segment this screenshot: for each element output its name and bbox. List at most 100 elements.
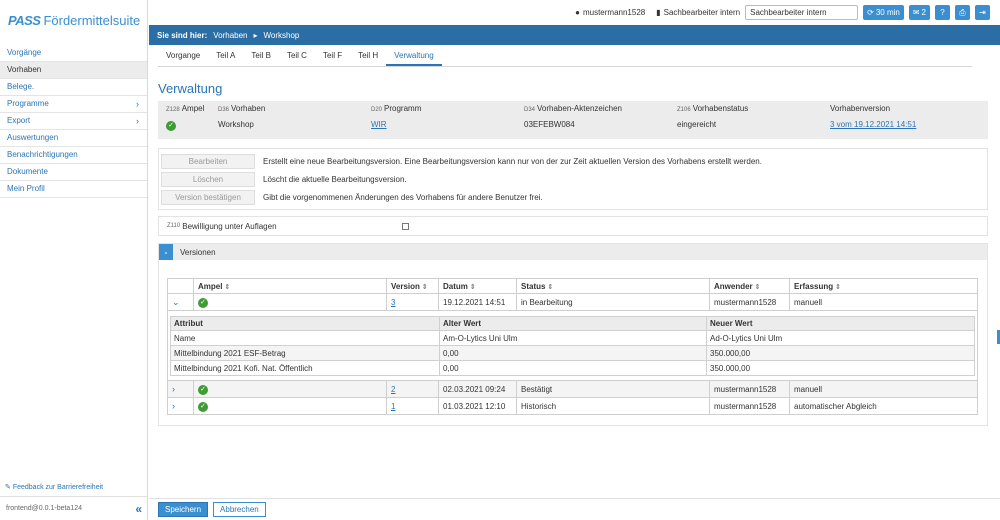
refresh-icon: ⟳	[867, 8, 874, 17]
sidebar-item-vorhaben[interactable]: Vorhaben	[0, 62, 147, 79]
table-cell: 350.000,00	[706, 345, 975, 361]
header-status[interactable]: Status ⇕	[516, 278, 710, 294]
table-cell: Am-O-Lytics Uni Ulm	[439, 330, 707, 346]
table-row: ⌄ ✓ 3 19.12.2021 14:51 in Bearbeitung mu…	[167, 293, 978, 311]
aktenzeichen-label: D34 Vorhaben-Aktenzeichen	[524, 104, 677, 113]
table-cell: 0,00	[439, 360, 707, 376]
datum-cell: 01.03.2021 12:10	[438, 397, 517, 415]
table-cell: 0,00	[439, 345, 707, 361]
version-link[interactable]: 3	[391, 298, 395, 307]
breadcrumb: Sie sind hier: Vorhaben ▸ Workshop	[149, 25, 1000, 45]
breadcrumb-item[interactable]: Vorhaben	[213, 31, 247, 40]
header-anwender[interactable]: Anwender ⇕	[709, 278, 790, 294]
sidebar-item-benachrichtigungen[interactable]: Benachrichtigungen	[0, 147, 147, 164]
breadcrumb-item[interactable]: Workshop	[264, 31, 300, 40]
session-timer-label: 30 min	[875, 8, 900, 17]
vorhabenversion-link[interactable]: 3 vom 19.12.2021 14:51	[830, 120, 916, 129]
collapse-sidebar-icon[interactable]: «	[135, 502, 142, 516]
session-timer-button[interactable]: ⟳ 30 min	[863, 5, 904, 20]
header-erfassung[interactable]: Erfassung ⇕	[789, 278, 978, 294]
tab-teil-b[interactable]: Teil B	[243, 46, 279, 66]
datum-cell: 19.12.2021 14:51	[438, 293, 517, 311]
table-row: Mittelbindung 2021 Kofi. Nat. Öffentlich…	[170, 360, 975, 376]
main-content: Verwaltung Z128 Ampel ✓ D36 Vorhaben Works…	[158, 67, 988, 426]
approval-checkbox[interactable]	[401, 222, 409, 230]
table-row: › ✓ 2 02.03.2021 09:24 Bestätigt musterm…	[167, 380, 978, 398]
header-label: Erfassung	[794, 281, 834, 291]
approval-label: Bewilligung unter Auflagen	[182, 221, 277, 231]
loeschen-button[interactable]: Löschen	[161, 171, 255, 187]
print-button[interactable]: ⎙	[955, 5, 970, 20]
table-row: Name Am-O-Lytics Uni Ulm Ad-O-Lytics Uni…	[170, 330, 975, 346]
role-label: Sachbearbeiter intern	[663, 8, 741, 17]
sort-icon: ⇕	[835, 283, 841, 291]
check-circle-icon: ✓	[198, 401, 208, 412]
header-ampel[interactable]: Ampel ⇕	[193, 278, 387, 294]
tab-vorgange[interactable]: Vorgange	[158, 46, 208, 66]
sort-icon: ⇕	[754, 283, 761, 291]
sidebar-item-dokumente[interactable]: Dokumente	[0, 164, 147, 181]
sort-icon: ⇕	[469, 283, 476, 291]
programm-link[interactable]: WIR	[371, 120, 387, 129]
mail-icon: ✉	[912, 8, 920, 17]
version-bestaetigen-button[interactable]: Version bestätigen	[161, 189, 255, 205]
messages-count: 2	[921, 8, 926, 17]
app-logo[interactable]: PASS Fördermittelsuite	[0, 0, 147, 40]
sidebar-item-auswertungen[interactable]: Auswertungen	[0, 130, 147, 147]
sidebar-item-vorgaenge[interactable]: Vorgänge	[0, 45, 147, 62]
role-select[interactable]: Sachbearbeiter intern	[745, 5, 859, 20]
tab-teil-a[interactable]: Teil A	[208, 46, 243, 66]
field-code: Z110	[167, 223, 181, 229]
chevron-down-icon[interactable]: ⌄	[172, 297, 180, 307]
collapse-versions-button[interactable]: -	[159, 244, 173, 260]
sidebar-item-export[interactable]: Export ›	[0, 113, 147, 130]
header-alter-wert: Alter Wert	[439, 316, 707, 331]
action-description: Löscht die aktuelle Bearbeitungsversion.	[263, 174, 407, 184]
version-link[interactable]: 2	[391, 385, 395, 394]
field-code: D20	[371, 107, 383, 113]
role-select-value: Sachbearbeiter intern	[750, 8, 827, 17]
detail-row: Attribut Alter Wert Neuer Wert Name Am-O…	[167, 310, 978, 381]
version-bar: frontend@0.0.1-beta124 «	[0, 496, 148, 520]
breadcrumb-separator-icon: ▸	[253, 30, 258, 40]
version-link[interactable]: 1	[391, 402, 395, 411]
chevron-right-icon[interactable]: ›	[172, 401, 175, 411]
tab-teil-h[interactable]: Teil H	[350, 46, 386, 66]
vorhaben-label: D36 Vorhaben	[218, 104, 371, 113]
sidebar-item-label: Export	[7, 116, 31, 125]
feedback-link[interactable]: ✎ Feedback zur Barrierefreiheit	[5, 483, 103, 491]
header-label: Ampel	[198, 281, 223, 291]
action-panel: Bearbeiten Erstellt eine neue Bearbeitun…	[158, 148, 988, 210]
chevron-right-icon[interactable]: ›	[172, 384, 175, 394]
header-label: Version	[391, 281, 420, 291]
field-code: D34	[524, 107, 536, 113]
sidebar-item-label: Auswertungen	[7, 133, 59, 142]
app-version: frontend@0.0.1-beta124	[6, 505, 82, 512]
status-label: Z106 Vorhabenstatus	[677, 104, 830, 113]
messages-button[interactable]: ✉ 2	[908, 5, 930, 20]
erfassung-cell: manuell	[789, 293, 978, 311]
header-datum[interactable]: Datum ⇕	[438, 278, 517, 294]
table-cell: Mittelbindung 2021 Kofi. Nat. Öffentlich	[170, 360, 440, 376]
header-version[interactable]: Version ⇕	[386, 278, 439, 294]
action-description: Gibt die vorgenommenen Änderungen des Vo…	[263, 192, 543, 202]
header-neuer-wert: Neuer Wert	[706, 316, 975, 331]
help-button[interactable]: ?	[935, 5, 950, 20]
field-label: Programm	[384, 104, 422, 113]
top-bar: ● mustermann1528 ▮ Sachbearbeiter intern…	[149, 0, 1000, 25]
cancel-button[interactable]: Abbrechen	[213, 502, 266, 517]
sidebar-item-belege[interactable]: Belege.	[0, 79, 147, 96]
tab-teil-f[interactable]: Teil F	[315, 46, 350, 66]
save-button[interactable]: Speichern	[158, 502, 209, 517]
tab-verwaltung[interactable]: Verwaltung	[386, 46, 442, 66]
logout-button[interactable]: ⇥	[975, 5, 990, 20]
sidebar-item-programme[interactable]: Programme ›	[0, 96, 147, 113]
bearbeiten-button[interactable]: Bearbeiten	[161, 153, 255, 169]
chevron-right-icon: ›	[136, 116, 139, 126]
sidebar-item-mein-profil[interactable]: Mein Profil	[0, 181, 147, 198]
tab-teil-c[interactable]: Teil C	[279, 46, 315, 66]
anwender-cell: mustermann1528	[709, 380, 790, 398]
page-title: Verwaltung	[158, 81, 223, 96]
sidebar-item-label: Vorhaben	[7, 65, 42, 74]
status-value: eingereicht	[677, 120, 717, 129]
